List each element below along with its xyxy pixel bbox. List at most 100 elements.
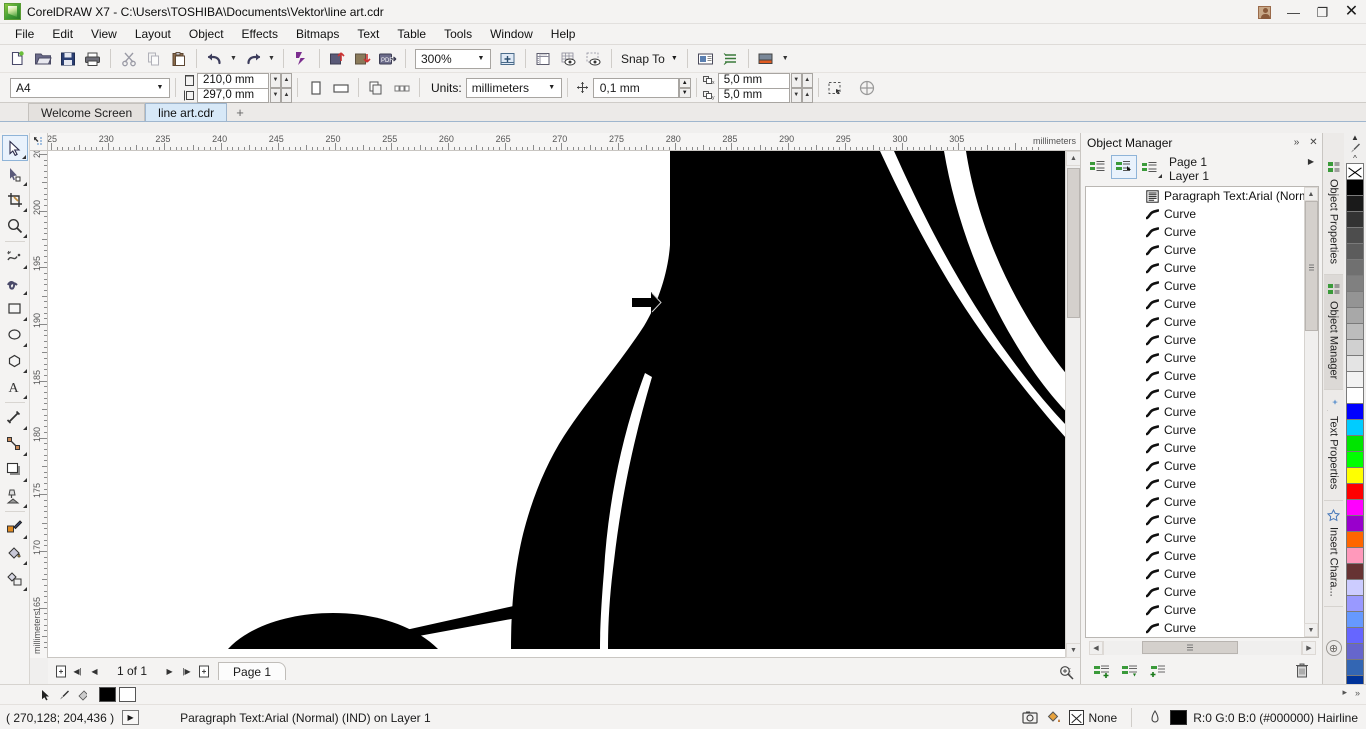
scroll-right-icon[interactable]: ▶	[1302, 641, 1316, 655]
maximize-button[interactable]: ❐	[1308, 0, 1337, 24]
rectangle-tool[interactable]	[2, 296, 28, 322]
status-grip-1[interactable]: ▸	[1342, 687, 1347, 698]
text-flow-arrow-marker[interactable]	[631, 290, 671, 316]
chevron-up-icon[interactable]: ▲	[281, 72, 292, 88]
palette-swatch[interactable]	[1346, 595, 1364, 612]
flyout-arrow-icon[interactable]	[22, 535, 27, 539]
snap-to-button[interactable]: Snap To ▼	[617, 48, 682, 70]
flyout-arrow-icon[interactable]	[22, 504, 27, 508]
flyout-arrow-icon[interactable]	[22, 182, 27, 186]
flyout-arrow-icon[interactable]	[22, 395, 27, 399]
palette-swatch[interactable]	[1346, 547, 1364, 564]
save-icon[interactable]	[55, 47, 80, 71]
palette-swatch[interactable]	[1346, 419, 1364, 436]
om-expand-icon[interactable]: ▶	[1303, 155, 1319, 166]
object-list-item[interactable]: Curve	[1146, 583, 1304, 601]
undo-dropdown-icon[interactable]: ▼	[227, 47, 240, 71]
object-list-vertical-scrollbar[interactable]: ▲ ▼	[1304, 187, 1318, 637]
menu-view[interactable]: View	[82, 25, 126, 44]
palette-swatch[interactable]	[1346, 227, 1364, 244]
palette-swatch-none[interactable]	[1346, 163, 1364, 180]
scroll-down-icon[interactable]: ▼	[1304, 623, 1318, 637]
object-list-item[interactable]: Paragraph Text:Arial (Norm	[1146, 187, 1304, 205]
object-list-item[interactable]: Curve	[1146, 403, 1304, 421]
menu-bitmaps[interactable]: Bitmaps	[287, 25, 348, 44]
show-guidelines-icon[interactable]	[581, 47, 606, 71]
drop-shadow-tool[interactable]	[2, 457, 28, 483]
menu-edit[interactable]: Edit	[43, 25, 82, 44]
object-list-item[interactable]: Curve	[1146, 277, 1304, 295]
crop-tool[interactable]	[2, 187, 28, 213]
status-fill-swatch[interactable]	[99, 687, 116, 702]
docker-close-icon[interactable]: ✕	[1305, 134, 1322, 151]
palette-swatch[interactable]	[1346, 451, 1364, 468]
object-list-item[interactable]: Curve	[1146, 331, 1304, 349]
previous-page-icon[interactable]: ◀	[86, 663, 103, 680]
page-size-combo[interactable]: A4 ▼	[10, 77, 170, 98]
object-list-item[interactable]: Curve	[1146, 565, 1304, 583]
cut-icon[interactable]	[116, 47, 141, 71]
treat-as-filled-icon[interactable]	[824, 76, 849, 100]
chevron-down-icon[interactable]: ▼	[790, 87, 802, 103]
delete-button[interactable]	[1289, 658, 1315, 682]
object-list-item[interactable]: Curve	[1146, 367, 1304, 385]
landscape-orientation-icon[interactable]	[328, 76, 353, 100]
menu-text[interactable]: Text	[348, 25, 388, 44]
status-expand-button[interactable]: ▶	[122, 710, 140, 725]
menu-effects[interactable]: Effects	[233, 25, 287, 44]
new-master-layer-button[interactable]	[1117, 658, 1143, 682]
horizontal-ruler[interactable]: 225 230 235 240 245 250 255 260 265 270 275 280 285 2…	[48, 133, 1080, 151]
last-page-icon[interactable]: |▶	[178, 663, 195, 680]
parallel-dimension-tool[interactable]	[2, 405, 28, 431]
chevron-down-icon[interactable]: ▼	[790, 72, 802, 88]
snapshot-icon[interactable]	[1021, 709, 1039, 727]
add-docker-button[interactable]: ⊕	[1325, 640, 1342, 656]
palette-swatch[interactable]	[1346, 179, 1364, 196]
flyout-arrow-icon[interactable]	[22, 343, 27, 347]
import-icon[interactable]	[325, 47, 350, 71]
polygon-tool[interactable]	[2, 348, 28, 374]
application-launcher-icon[interactable]	[718, 47, 743, 71]
palette-swatch[interactable]	[1346, 355, 1364, 372]
page-width-spinners[interactable]: ▼ ▲	[270, 72, 292, 88]
status-grip-2[interactable]: »	[1355, 688, 1360, 698]
object-list-item[interactable]: Curve	[1146, 547, 1304, 565]
menu-table[interactable]: Table	[388, 25, 435, 44]
palette-swatch[interactable]	[1346, 195, 1364, 212]
options-icon[interactable]	[693, 47, 718, 71]
object-list-item[interactable]: Curve	[1146, 295, 1304, 313]
flyout-arrow-icon[interactable]	[22, 426, 27, 430]
palette-swatch[interactable]	[1346, 291, 1364, 308]
flyout-arrow-icon[interactable]	[22, 561, 27, 565]
object-list-item[interactable]: Curve	[1146, 241, 1304, 259]
palette-swatch[interactable]	[1346, 563, 1364, 580]
palette-swatch[interactable]	[1346, 435, 1364, 452]
print-icon[interactable]	[80, 47, 105, 71]
sidebar-item-object-manager[interactable]: Object Manager	[1324, 274, 1343, 391]
ellipse-tool[interactable]	[2, 322, 28, 348]
artistic-media-tool[interactable]	[2, 270, 28, 296]
object-list-item[interactable]: Curve	[1146, 493, 1304, 511]
zoom-level-combo[interactable]: 300% ▼	[415, 48, 491, 69]
export-icon[interactable]	[350, 47, 375, 71]
outline-pen-icon[interactable]	[1146, 709, 1164, 727]
portrait-orientation-icon[interactable]	[303, 76, 328, 100]
palette-swatch[interactable]	[1346, 627, 1364, 644]
palette-swatch[interactable]	[1346, 275, 1364, 292]
palette-swatch[interactable]	[1346, 643, 1364, 660]
page-layer-tree[interactable]: Page 1 Layer 1	[1169, 155, 1209, 183]
flyout-arrow-icon[interactable]	[22, 291, 27, 295]
units-combo[interactable]: millimeters ▼	[465, 77, 562, 98]
scroll-left-icon[interactable]: ◀	[1089, 641, 1103, 655]
smart-fill-tool[interactable]	[2, 566, 28, 592]
chevron-up-icon[interactable]: ▲	[281, 87, 292, 103]
palette-swatch[interactable]	[1346, 611, 1364, 628]
palette-swatch[interactable]	[1346, 211, 1364, 228]
vertical-ruler[interactable]: 205 200 195 190 185 180 175 170 165 millimeters	[30, 151, 48, 658]
duplicate-y-spinners[interactable]: ▼ ▲	[790, 87, 813, 103]
flyout-arrow-icon[interactable]	[22, 478, 27, 482]
object-list-item[interactable]: Curve	[1146, 457, 1304, 475]
sidebar-item-object-properties[interactable]: Object Properties	[1324, 153, 1343, 275]
publish-to-pdf-icon[interactable]: PDF	[375, 47, 400, 71]
duplicate-y-field[interactable]: 5,0 mm	[717, 87, 790, 103]
